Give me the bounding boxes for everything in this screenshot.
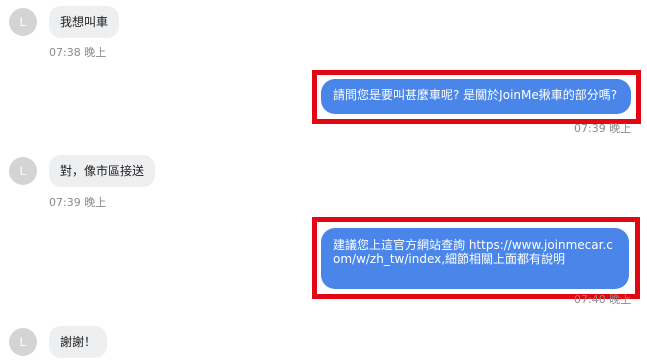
message-text: 請問您是要叫甚麼車呢? 是關於JoinMe揪車的部分嗎?: [333, 88, 618, 102]
sender-avatar[interactable]: L: [9, 8, 37, 36]
message-timestamp: 07:38 晚上: [49, 46, 107, 59]
incoming-message[interactable]: 對，像市區接送: [49, 155, 156, 187]
avatar-initial: L: [19, 164, 27, 178]
outgoing-message[interactable]: 請問您是要叫甚麼車呢? 是關於JoinMe揪車的部分嗎?: [321, 79, 631, 114]
sender-avatar[interactable]: L: [9, 328, 37, 356]
message-text: 謝謝！: [60, 335, 97, 349]
message-text: 對，像市區接送: [60, 164, 145, 178]
sender-avatar[interactable]: L: [9, 157, 37, 185]
avatar-initial: L: [19, 335, 27, 349]
message-timestamp: 07:40 晚上: [574, 293, 632, 306]
message-timestamp: 07:39 晚上: [49, 196, 107, 209]
incoming-message[interactable]: 我想叫車: [49, 6, 120, 38]
message-text: 建議您上這官方網站查詢 https://www.joinmecar.com/w/…: [333, 238, 613, 266]
outgoing-message[interactable]: 建議您上這官方網站查詢 https://www.joinmecar.com/w/…: [321, 228, 629, 289]
message-timestamp: 07:39 晚上: [574, 122, 632, 135]
avatar-initial: L: [19, 15, 27, 29]
message-text: 我想叫車: [60, 15, 109, 29]
incoming-message[interactable]: 謝謝！: [49, 326, 108, 358]
